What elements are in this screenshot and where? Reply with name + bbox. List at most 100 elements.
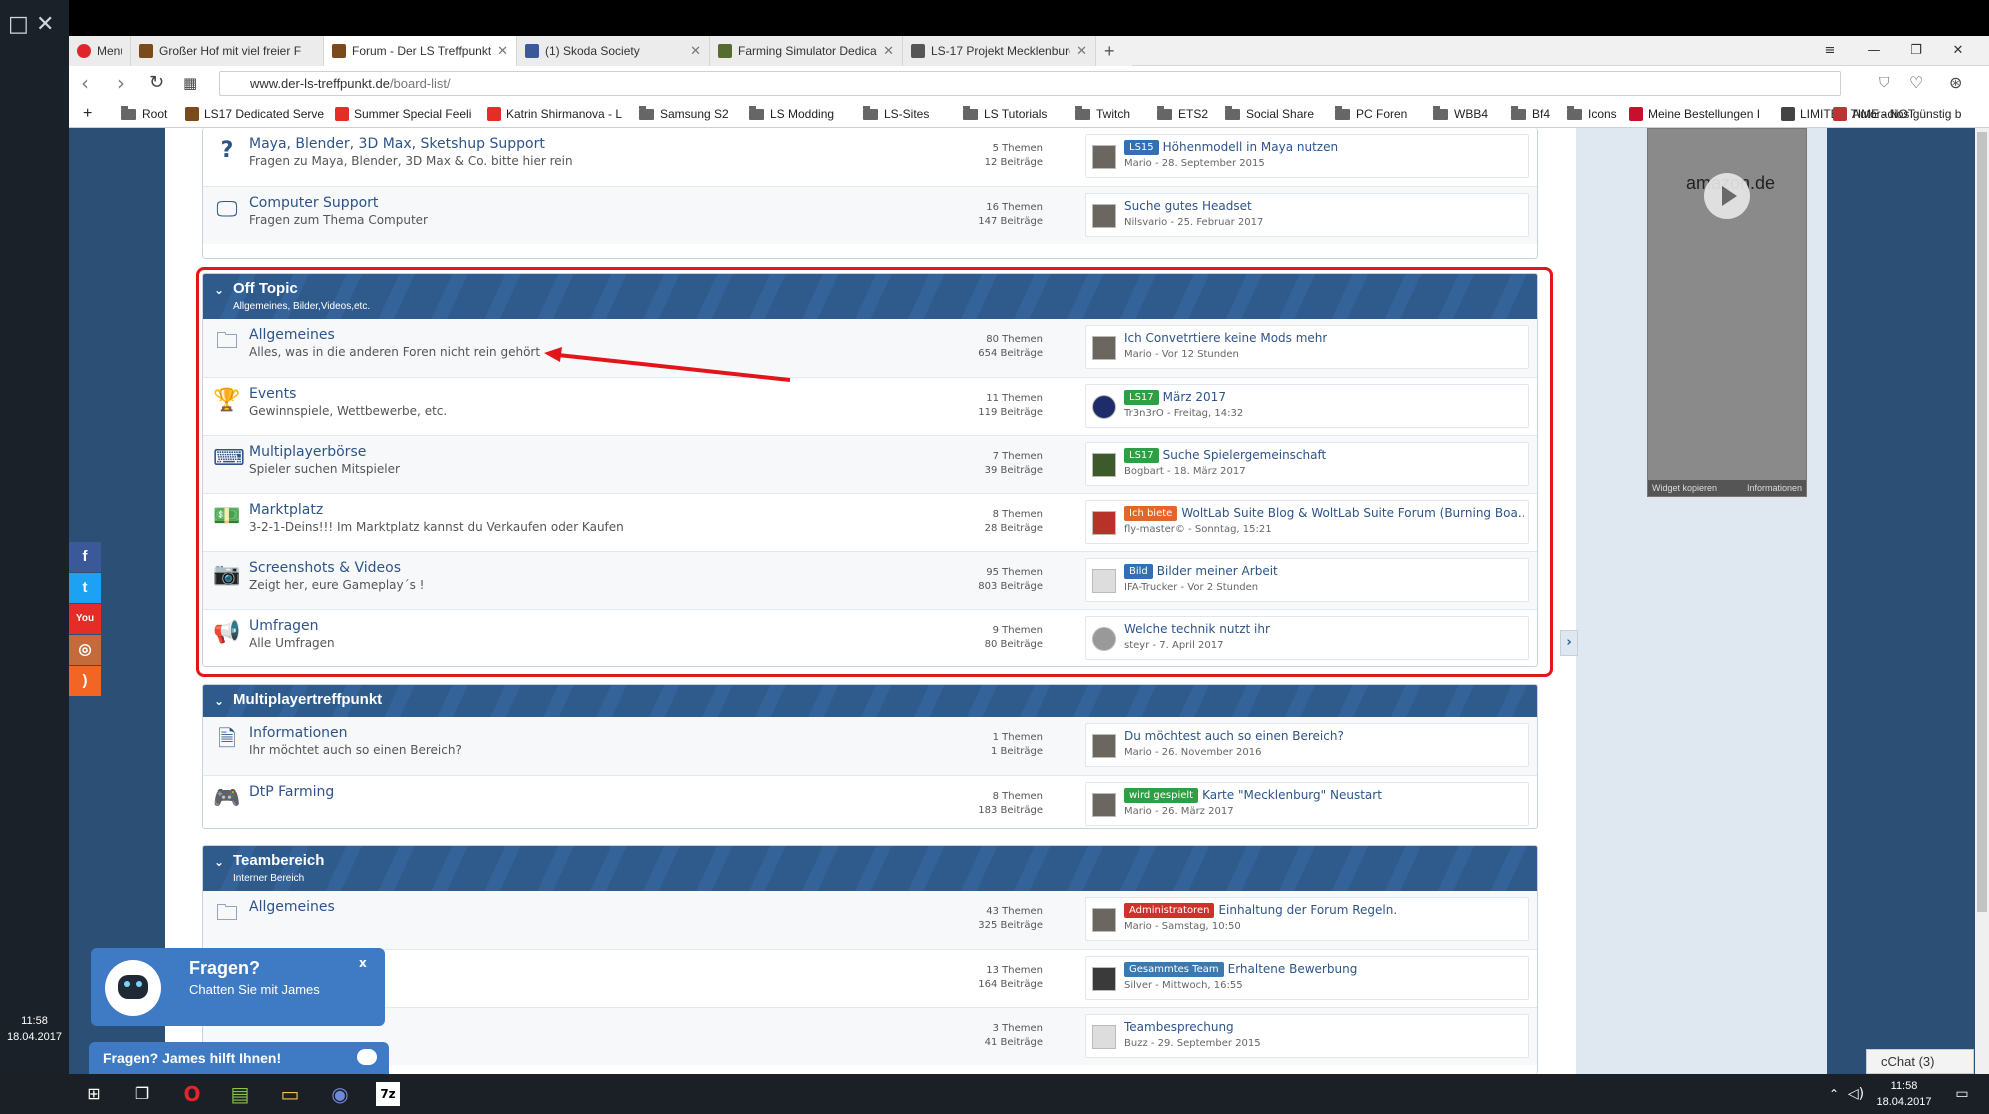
tab-item[interactable]: LS-17 Projekt Mecklenburg ✕: [903, 36, 1096, 66]
twitter-icon[interactable]: t: [69, 573, 101, 603]
avatar[interactable]: [1092, 395, 1116, 419]
avatar[interactable]: [1092, 204, 1116, 228]
close-icon[interactable]: ✕: [36, 14, 54, 36]
tab-close-icon[interactable]: ✕: [690, 43, 701, 59]
bookmark-item[interactable]: Autoradios günstig b: [1833, 105, 1989, 123]
maximize-icon[interactable]: □: [8, 14, 29, 36]
bookmark-item[interactable]: LS-Sites: [863, 105, 953, 123]
board-name[interactable]: Multiplayerbörse: [249, 444, 366, 460]
board-name[interactable]: Allgemeines: [249, 899, 335, 915]
taskbar-clock[interactable]: 11:58 18.04.2017: [1864, 1078, 1944, 1110]
bookmark-item[interactable]: PC Foren: [1335, 105, 1425, 123]
bookmark-item[interactable]: Twitch: [1075, 105, 1145, 123]
bookmark-item[interactable]: Social Share: [1225, 105, 1325, 123]
last-post-title[interactable]: Erhaltene Bewerbung: [1228, 962, 1358, 976]
last-post-title[interactable]: Welche technik nutzt ihr: [1124, 622, 1270, 636]
bookmark-item[interactable]: Icons: [1567, 105, 1627, 123]
board-row[interactable]: ⌨ Multiplayerbörse Spieler suchen Mitspi…: [203, 435, 1537, 493]
board-row[interactable]: 🗎 Informationen Ihr möchtet auch so eine…: [203, 717, 1537, 775]
download-icon[interactable]: ⊛: [1949, 73, 1962, 93]
tab-item[interactable]: Farming Simulator Dedicat ✕: [710, 36, 903, 66]
board-name[interactable]: Umfragen: [249, 618, 319, 634]
widget-info-link[interactable]: Informationen: [1747, 480, 1802, 496]
tab-menu-icon[interactable]: ≡: [1809, 36, 1851, 66]
board-name[interactable]: Computer Support: [249, 195, 378, 211]
chevron-down-icon[interactable]: ⌄: [214, 694, 224, 708]
cchat-button[interactable]: cChat (3): [1866, 1049, 1974, 1074]
facebook-icon[interactable]: f: [69, 542, 101, 572]
restore-icon[interactable]: ❐: [1895, 36, 1937, 66]
new-tab-button[interactable]: +: [1096, 36, 1132, 66]
tab-close-icon[interactable]: ✕: [497, 43, 508, 59]
last-post-title[interactable]: Bilder meiner Arbeit: [1157, 564, 1278, 578]
sidebar-toggle-button[interactable]: ›: [1560, 630, 1578, 656]
bookmark-item[interactable]: LS17 Dedicated Serve: [185, 105, 330, 123]
chat-launcher[interactable]: Fragen? James hilft Ihnen!: [89, 1042, 389, 1074]
board-row[interactable]: 🗀 Allgemeines 43 Themen 325 Beiträge Admi…: [203, 891, 1537, 949]
minimize-icon[interactable]: —: [1853, 36, 1895, 66]
bookmark-item[interactable]: Summer Special Feeli: [335, 105, 475, 123]
7zip-icon[interactable]: 7z: [376, 1082, 400, 1106]
last-post-title[interactable]: Höhenmodell in Maya nutzen: [1163, 140, 1338, 154]
board-row[interactable]: ? Maya, Blender, 3D Max, Sketshup Suppor…: [203, 128, 1537, 186]
last-post-title[interactable]: Du möchtest auch so einen Bereich?: [1124, 729, 1344, 743]
avatar[interactable]: [1092, 569, 1116, 593]
tab-menu[interactable]: Menü: [69, 36, 131, 66]
chat-close-button[interactable]: x: [359, 956, 367, 970]
bookmark-item[interactable]: Bf4: [1511, 105, 1561, 123]
section-header[interactable]: ⌄ Multiplayertreffpunkt: [203, 685, 1537, 717]
bookmark-item[interactable]: LS Tutorials: [963, 105, 1063, 123]
last-post-title[interactable]: Suche gutes Headset: [1124, 199, 1252, 213]
discord-icon[interactable]: ◉: [328, 1082, 352, 1106]
back-icon[interactable]: ‹: [81, 73, 89, 93]
last-post-title[interactable]: WoltLab Suite Blog & WoltLab Suite Forum…: [1181, 506, 1524, 520]
shield-icon[interactable]: ⛉: [1879, 73, 1890, 93]
tab-active[interactable]: Forum - Der LS Treffpunkt ✕: [324, 36, 517, 66]
last-post-title[interactable]: Ich Convetrtiere keine Mods mehr: [1124, 331, 1327, 345]
tab-item[interactable]: (1) Skoda Society ✕: [517, 36, 710, 66]
avatar[interactable]: [1092, 511, 1116, 535]
play-icon[interactable]: [1704, 173, 1750, 219]
bookmark-item[interactable]: ETS2: [1157, 105, 1217, 123]
section-header[interactable]: ⌄ Teambereich Interner Bereich: [203, 846, 1537, 891]
avatar[interactable]: [1092, 453, 1116, 477]
window-close-icon[interactable]: ✕: [1937, 36, 1979, 66]
tray-chevron-icon[interactable]: ⌃: [1822, 1082, 1846, 1106]
bookmark-item[interactable]: Samsung S2: [639, 105, 739, 123]
url-field[interactable]: www.der-ls-treffpunkt.de/board-list/: [219, 71, 1841, 96]
board-row[interactable]: 13 Themen 164 Beiträge Gesammtes Team Erha…: [203, 949, 1537, 1007]
rss-icon[interactable]: ): [69, 666, 101, 696]
widget-footer[interactable]: Widget kopieren Informationen: [1648, 480, 1806, 496]
notepad-icon[interactable]: ▤: [228, 1082, 252, 1106]
board-row[interactable]: 🏆 Events Gewinnspiele, Wettbewerbe, etc.…: [203, 377, 1537, 435]
instagram-icon[interactable]: ◎: [69, 635, 101, 665]
avatar[interactable]: [1092, 1025, 1116, 1049]
last-post-title[interactable]: Teambesprechung: [1124, 1020, 1234, 1034]
opera-icon[interactable]: O: [180, 1082, 204, 1106]
board-row[interactable]: 💵 Marktplatz 3-2-1-Deins!!! Im Marktplat…: [203, 493, 1537, 551]
chevron-down-icon[interactable]: ⌄: [214, 855, 224, 869]
notification-icon[interactable]: ▭: [1950, 1082, 1974, 1106]
board-name[interactable]: DtP Farming: [249, 784, 334, 800]
youtube-icon[interactable]: You: [69, 604, 101, 634]
widget-copy-link[interactable]: Widget kopieren: [1652, 483, 1717, 493]
board-row[interactable]: 🗀 Allgemeines Alles, was in die anderen …: [203, 319, 1537, 377]
avatar[interactable]: [1092, 793, 1116, 817]
last-post-title[interactable]: Suche Spielergemeinschaft: [1163, 448, 1327, 462]
avatar[interactable]: [1092, 908, 1116, 932]
last-post-title[interactable]: Karte "Mecklenburg" Neustart: [1202, 788, 1382, 802]
amazon-widget[interactable]: amazon.de Widget kopierenInformationen: [1647, 128, 1807, 497]
avatar[interactable]: [1092, 967, 1116, 991]
board-row[interactable]: 🖵 Computer Support Fragen zum Thema Comp…: [203, 186, 1537, 244]
avatar[interactable]: [1092, 734, 1116, 758]
task-view-icon[interactable]: ❐: [130, 1082, 154, 1106]
section-header[interactable]: ⌄ Off Topic Allgemeines, Bilder,Videos,e…: [203, 274, 1537, 319]
avatar[interactable]: [1092, 336, 1116, 360]
board-name[interactable]: Events: [249, 386, 296, 402]
avatar[interactable]: [1092, 145, 1116, 169]
board-row[interactable]: 📢 Umfragen Alle Umfragen 9 Themen 80 Beit…: [203, 609, 1537, 666]
speed-dial-icon[interactable]: ▦: [183, 73, 197, 93]
tab-item[interactable]: Großer Hof mit viel freier F: [131, 36, 324, 66]
last-post-title[interactable]: März 2017: [1163, 390, 1226, 404]
bookmark-item[interactable]: Katrin Shirmanova - L: [487, 105, 627, 123]
